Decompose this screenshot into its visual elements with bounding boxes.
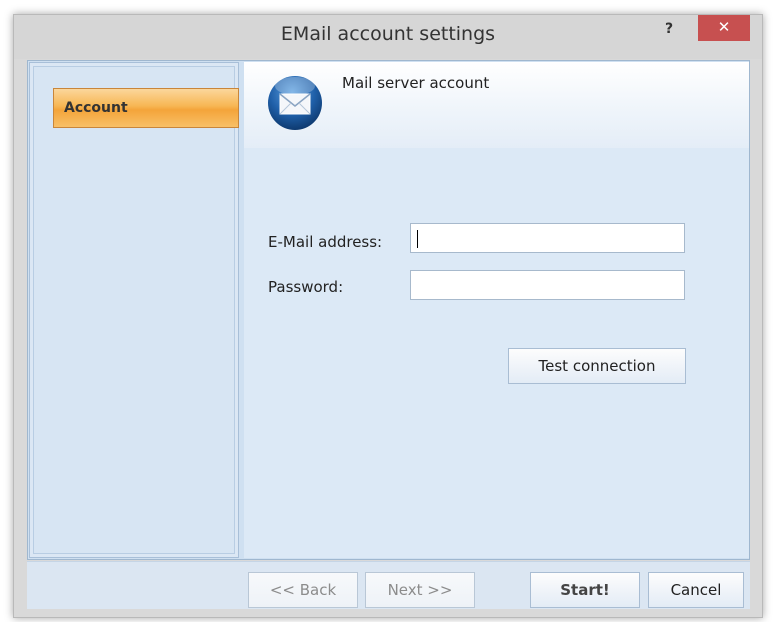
start-button[interactable]: Start! (530, 572, 640, 608)
text-caret (417, 230, 418, 248)
test-connection-button[interactable]: Test connection (508, 348, 686, 384)
sidebar-list (33, 66, 235, 554)
close-icon: ✕ (717, 18, 731, 36)
sidebar: Account (29, 62, 239, 558)
help-button[interactable]: ? (659, 21, 679, 41)
sidebar-item-label: Account (64, 100, 128, 116)
footer-bar: << Back Next >> Start! Cancel (27, 561, 750, 609)
section-title: Mail server account (342, 74, 490, 92)
envelope-icon (268, 76, 322, 130)
section-header: Mail server account (244, 62, 749, 148)
window-title: EMail account settings (280, 23, 496, 45)
sidebar-item-account[interactable]: Account (53, 88, 239, 128)
email-field[interactable] (410, 223, 685, 253)
back-button[interactable]: << Back (248, 572, 358, 608)
password-label: Password: (268, 278, 344, 296)
email-settings-dialog: EMail account settings ? ✕ Account Mail … (13, 14, 763, 618)
cancel-button[interactable]: Cancel (648, 572, 744, 608)
close-button[interactable]: ✕ (698, 15, 750, 41)
password-field[interactable] (410, 270, 685, 300)
dialog-content: Account Mail server account E-Mail addre… (27, 60, 750, 560)
email-label: E-Mail address: (268, 233, 383, 251)
next-button[interactable]: Next >> (365, 572, 475, 608)
title-bar: EMail account settings ? ✕ (14, 15, 762, 59)
main-panel: Mail server account E-Mail address: Pass… (244, 62, 749, 558)
